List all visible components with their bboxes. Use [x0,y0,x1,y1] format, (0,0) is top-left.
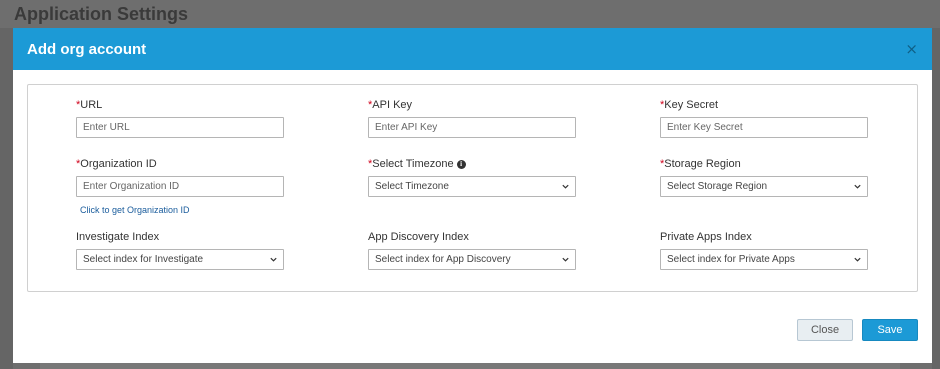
url-field-group: *URL [76,99,286,138]
overlay-strip-bottom [40,363,900,369]
investigate-index-select-value: Select index for Investigate [83,254,204,265]
info-icon[interactable]: i [456,159,466,169]
app-discovery-index-field-group: App Discovery Index Select index for App… [368,231,578,270]
chevron-down-icon [562,184,569,189]
close-icon[interactable]: × [905,41,918,57]
org-id-field-group: *Organization ID Click to get Organizati… [76,158,286,215]
private-apps-index-label: Private Apps Index [660,231,752,243]
private-apps-index-field-group: Private Apps Index Select index for Priv… [660,231,870,270]
timezone-label: *Select Timezone i [368,158,578,171]
key-secret-input[interactable] [660,117,868,138]
save-button[interactable]: Save [862,319,918,341]
app-discovery-index-select[interactable]: Select index for App Discovery [368,249,576,270]
form-panel: *URL *API Key *Key Secret *Organization … [27,84,918,292]
timezone-field-group: *Select Timezone i Select Timezone [368,158,578,197]
storage-region-field-group: *Storage Region Select Storage Region [660,158,870,197]
key-secret-field-group: *Key Secret [660,99,870,138]
investigate-index-select[interactable]: Select index for Investigate [76,249,284,270]
chevron-down-icon [270,257,277,262]
chevron-down-icon [562,257,569,262]
url-label: *URL [76,99,103,111]
chevron-down-icon [854,184,861,189]
add-org-account-modal: Add org account × *URL *API Key *Key Sec… [13,28,932,363]
storage-region-label: *Storage Region [660,158,741,170]
overlay-strip-left [0,28,13,369]
api-key-field-group: *API Key [368,99,578,138]
storage-region-select[interactable]: Select Storage Region [660,176,868,197]
key-secret-label: *Key Secret [660,99,719,111]
url-input[interactable] [76,117,284,138]
overlay-strip-right [932,28,940,369]
private-apps-index-select[interactable]: Select index for Private Apps [660,249,868,270]
modal-title: Add org account [27,40,147,58]
storage-region-select-value: Select Storage Region [667,181,768,192]
api-key-label: *API Key [368,99,413,111]
modal-header: Add org account × [13,28,932,70]
org-id-label: *Organization ID [76,158,157,170]
private-apps-index-select-value: Select index for Private Apps [667,254,795,265]
close-button[interactable]: Close [797,319,853,341]
chevron-down-icon [854,257,861,262]
background-page-title: Application Settings [14,4,189,24]
timezone-select[interactable]: Select Timezone [368,176,576,197]
investigate-index-field-group: Investigate Index Select index for Inves… [76,231,286,270]
investigate-index-label: Investigate Index [76,231,160,243]
api-key-input[interactable] [368,117,576,138]
app-discovery-index-select-value: Select index for App Discovery [375,254,511,265]
get-org-id-link[interactable]: Click to get Organization ID [80,205,286,215]
app-discovery-index-label: App Discovery Index [368,231,469,243]
timezone-select-value: Select Timezone [375,181,449,192]
org-id-input[interactable] [76,176,284,197]
